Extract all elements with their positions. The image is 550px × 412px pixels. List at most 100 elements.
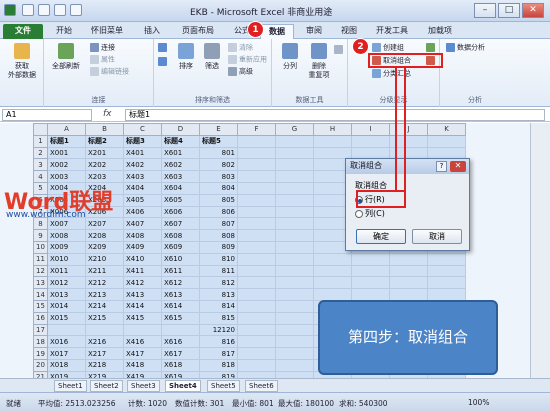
cell[interactable] xyxy=(427,264,466,278)
cell[interactable]: 807 xyxy=(199,217,238,231)
help-icon[interactable]: ? xyxy=(436,161,447,172)
cell[interactable] xyxy=(237,181,276,195)
sheet-tab-6[interactable]: Sheet6 xyxy=(245,380,278,392)
cell[interactable]: 810 xyxy=(199,252,238,266)
cell[interactable]: X414 xyxy=(123,299,162,313)
cell[interactable]: X019 xyxy=(47,370,86,378)
cell[interactable]: X014 xyxy=(47,299,86,313)
cell[interactable] xyxy=(427,288,466,301)
maximize-button[interactable]: □ xyxy=(498,3,520,18)
cell[interactable] xyxy=(351,252,390,266)
cell[interactable] xyxy=(389,288,428,301)
cell[interactable] xyxy=(237,229,276,242)
text-to-columns-button[interactable]: 分列 xyxy=(278,43,302,71)
sheet-tab-4[interactable]: Sheet4 xyxy=(165,380,201,392)
cell[interactable] xyxy=(275,347,314,360)
column-header[interactable]: K xyxy=(427,123,466,136)
refresh-all-button[interactable]: 全部刷新 xyxy=(48,43,84,71)
cell[interactable]: X010 xyxy=(47,252,86,266)
row-header[interactable]: 2 xyxy=(33,146,48,160)
row-header[interactable]: 12 xyxy=(33,264,48,278)
tab-addins[interactable]: 加载项 xyxy=(422,24,458,39)
row-header[interactable]: 20 xyxy=(33,358,48,372)
cell[interactable]: X215 xyxy=(85,311,124,325)
cell[interactable]: 808 xyxy=(199,229,238,242)
column-header[interactable]: E xyxy=(199,123,238,136)
cell[interactable]: 标题4 xyxy=(161,134,200,148)
cell[interactable]: X418 xyxy=(123,358,162,372)
cell[interactable]: 12120 xyxy=(199,323,238,337)
cell[interactable]: X609 xyxy=(161,240,200,254)
row-header[interactable]: 4 xyxy=(33,170,48,183)
cell[interactable]: X018 xyxy=(47,358,86,372)
cell[interactable]: X410 xyxy=(123,252,162,266)
undo-icon[interactable] xyxy=(38,4,50,16)
cell[interactable] xyxy=(313,288,352,301)
sort-az-button[interactable] xyxy=(158,43,170,53)
column-header[interactable]: H xyxy=(313,123,352,136)
cell[interactable] xyxy=(275,240,314,254)
cell[interactable]: X411 xyxy=(123,264,162,278)
cell[interactable] xyxy=(237,217,276,231)
cell[interactable]: X011 xyxy=(47,264,86,278)
cell[interactable]: X618 xyxy=(161,358,200,372)
cell[interactable] xyxy=(275,217,314,231)
row-header[interactable]: 15 xyxy=(33,299,48,313)
cell[interactable]: X210 xyxy=(85,252,124,266)
row-header[interactable]: 14 xyxy=(33,288,48,301)
cell[interactable] xyxy=(275,205,314,219)
cell[interactable]: 标题1 xyxy=(47,134,86,148)
cell[interactable] xyxy=(275,264,314,278)
cell[interactable]: X216 xyxy=(85,335,124,349)
cell[interactable] xyxy=(275,146,314,160)
cell[interactable]: 804 xyxy=(199,181,238,195)
cell[interactable]: 816 xyxy=(199,335,238,349)
cell[interactable]: 809 xyxy=(199,240,238,254)
column-header[interactable]: G xyxy=(275,123,314,136)
cell[interactable]: X611 xyxy=(161,264,200,278)
cell[interactable] xyxy=(237,205,276,219)
cell[interactable]: 819 xyxy=(199,370,238,378)
column-header[interactable]: C xyxy=(123,123,162,136)
cell[interactable]: X213 xyxy=(85,288,124,301)
sheet-tab-3[interactable]: Sheet3 xyxy=(127,380,160,392)
cell[interactable] xyxy=(47,323,86,337)
sheet-tab-1[interactable]: Sheet1 xyxy=(54,380,87,392)
row-header[interactable]: 13 xyxy=(33,276,48,290)
cell[interactable]: X214 xyxy=(85,299,124,313)
cell[interactable]: X619 xyxy=(161,370,200,378)
cell[interactable]: X614 xyxy=(161,299,200,313)
cell[interactable] xyxy=(313,264,352,278)
dialog-close-button[interactable]: ✕ xyxy=(450,161,466,172)
cell[interactable] xyxy=(237,146,276,160)
remove-duplicates-button[interactable]: 删除 重复项 xyxy=(306,43,332,80)
cell[interactable] xyxy=(313,134,352,148)
cell[interactable]: X419 xyxy=(123,370,162,378)
row-header[interactable]: 1 xyxy=(33,134,48,148)
row-header[interactable]: 3 xyxy=(33,158,48,172)
cell[interactable]: X409 xyxy=(123,240,162,254)
cell[interactable]: X412 xyxy=(123,276,162,290)
cell[interactable] xyxy=(123,323,162,337)
cell[interactable] xyxy=(237,193,276,207)
cell[interactable] xyxy=(161,323,200,337)
row-header[interactable]: 17 xyxy=(33,323,48,337)
row-header[interactable]: 9 xyxy=(33,229,48,242)
properties-button[interactable]: 属性 xyxy=(90,55,115,65)
cell[interactable]: X211 xyxy=(85,264,124,278)
connections-button[interactable]: 连接 xyxy=(90,43,115,53)
cell[interactable] xyxy=(237,252,276,266)
fx-icon[interactable]: fx xyxy=(103,109,112,119)
cell[interactable]: X208 xyxy=(85,229,124,242)
cell[interactable]: X613 xyxy=(161,288,200,301)
tab-insert[interactable]: 插入 xyxy=(138,24,166,39)
cell[interactable] xyxy=(351,134,390,148)
cell[interactable]: X001 xyxy=(47,146,86,160)
cell[interactable]: X403 xyxy=(123,170,162,183)
cell[interactable]: 818 xyxy=(199,358,238,372)
formula-input[interactable]: 标题1 xyxy=(125,109,545,121)
cell[interactable]: X615 xyxy=(161,311,200,325)
cell[interactable] xyxy=(275,252,314,266)
cell[interactable] xyxy=(313,252,352,266)
cell[interactable]: 812 xyxy=(199,276,238,290)
